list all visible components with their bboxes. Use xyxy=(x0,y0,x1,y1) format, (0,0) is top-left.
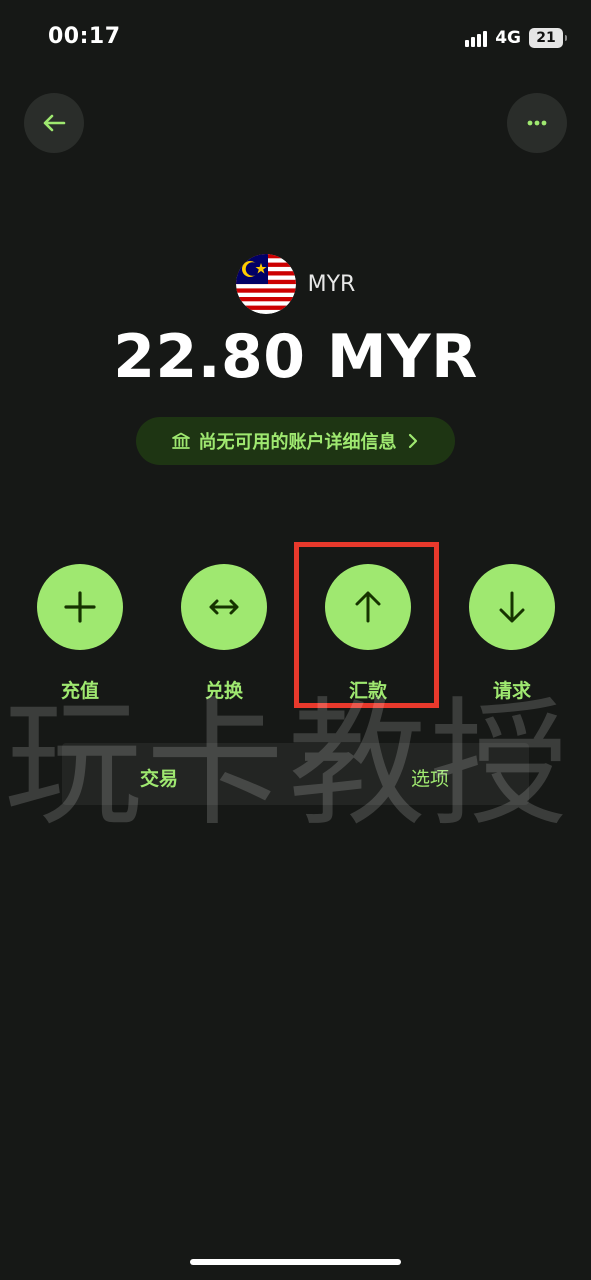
more-options-button[interactable] xyxy=(507,93,567,153)
add-money-button[interactable] xyxy=(37,564,123,650)
currency-code: MYR xyxy=(307,271,356,297)
request-button[interactable] xyxy=(469,564,555,650)
convert-button[interactable] xyxy=(181,564,267,650)
chevron-right-icon xyxy=(408,433,417,449)
signal-icon xyxy=(465,29,488,47)
request-action[interactable]: 请求 xyxy=(469,564,555,703)
home-indicator[interactable] xyxy=(190,1259,401,1265)
status-indicators: 4G 21 xyxy=(465,26,567,50)
bank-icon xyxy=(171,432,190,449)
arrow-down-icon xyxy=(499,591,525,623)
malaysia-flag-icon xyxy=(235,254,296,314)
plus-icon xyxy=(64,591,96,623)
swap-arrows-icon xyxy=(209,599,239,615)
watermark-text: 玩卡教授 xyxy=(4,685,573,845)
network-type: 4G xyxy=(495,28,521,48)
add-money-action[interactable]: 充值 xyxy=(37,564,123,703)
arrow-left-icon xyxy=(43,114,66,132)
account-details-text: 尚无可用的账户详细信息 xyxy=(198,432,397,453)
battery-level: 21 xyxy=(536,30,556,46)
ellipsis-icon xyxy=(527,120,547,126)
balance-amount: 22.80 MYR xyxy=(113,322,478,392)
convert-action[interactable]: 兑换 xyxy=(181,564,267,703)
battery-icon: 21 xyxy=(529,28,567,48)
back-button[interactable] xyxy=(24,93,84,153)
status-time: 00:17 xyxy=(48,24,121,49)
highlight-annotation-box xyxy=(294,542,439,708)
status-bar: 00:17 4G 21 xyxy=(0,0,591,76)
currency-header: MYR xyxy=(0,254,591,314)
account-details-button[interactable]: 尚无可用的账户详细信息 xyxy=(136,417,455,465)
